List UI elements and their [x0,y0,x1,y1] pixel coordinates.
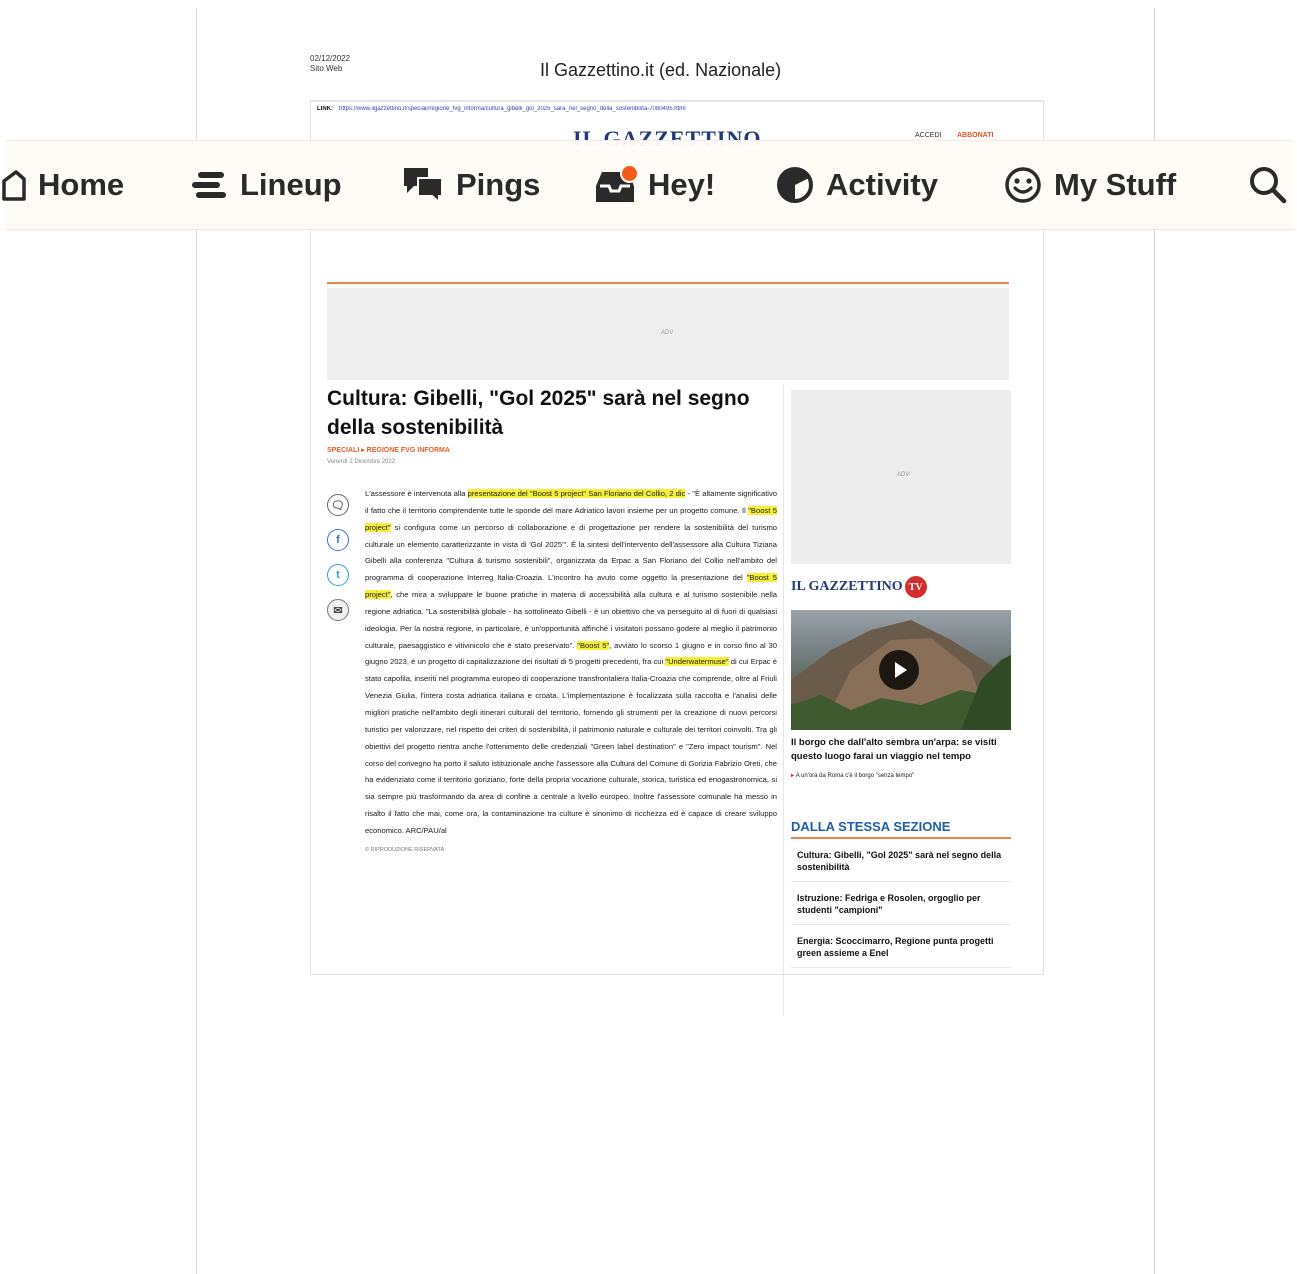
nav-my-stuff[interactable]: My Stuff [1004,165,1176,205]
sidebar-ad-placeholder: ADV [791,390,1011,564]
nav-lineup-label: Lineup [240,167,342,202]
ad-label: ADV [661,330,674,336]
comment-icon[interactable]: 🗨 [327,494,349,516]
notification-badge [620,164,639,183]
highlight: presentazione del "Boost 5 project" San … [467,489,686,498]
link-url: https://www.ilgazzettino.it/speciali/reg… [339,106,686,112]
nav-home[interactable]: Home [2,165,124,205]
nav-hey-label: Hey! [648,167,716,202]
tv-badge: TV [904,576,927,598]
video-thumbnail[interactable] [791,610,1011,730]
column-separator [783,384,784,1016]
nav-pings[interactable]: Pings [402,165,540,205]
ad-label: ADV [897,472,910,478]
nav-pings-label: Pings [456,167,541,202]
article-paragraph: L'assessore è intervenuta alla presentaz… [365,489,778,835]
document-source-type: Sito Web [310,64,343,73]
header-divider [327,282,1009,284]
video-subcaption[interactable]: ▸ A un'ora da Roma c'è il borgo "senza t… [791,772,1011,779]
share-buttons: 🗨 f t ✉ [327,494,355,634]
lineup-icon [192,172,226,198]
smiley-icon [1005,167,1041,203]
search-icon [1250,167,1287,204]
nav-hey[interactable]: Hey! [594,164,716,205]
top-ad-placeholder: ADV [327,288,1009,380]
half-circle-icon [777,167,813,203]
related-article[interactable]: Energia: Scoccimarro, Regione punta prog… [791,925,1011,968]
nav-activity-label: Activity [826,167,938,202]
facebook-icon[interactable]: f [327,529,349,551]
home-icon [2,170,26,201]
article-sidebar: ADV IL GAZZETTINO TV Il borgo che dall'a… [791,390,1011,968]
article-headline: Cultura: Gibelli, "Gol 2025" sarà nel se… [327,387,750,439]
publication-title: Il Gazzettino.it (ed. Nazionale) [540,60,782,80]
twitter-icon[interactable]: t [327,564,349,586]
link-label: LINK: [317,106,333,112]
nav-lineup[interactable]: Lineup [190,165,342,205]
play-icon[interactable] [879,650,919,690]
app-navigation-bar: Home Lineup Pings Hey! Activity My Stuff [2,140,1294,230]
gazzettino-tv-logo[interactable]: IL GAZZETTINO TV [791,576,1011,598]
search-button[interactable] [1248,165,1288,205]
tv-brand: IL GAZZETTINO [791,579,903,594]
article-date: Venerdì 2 Dicembre 2022 [327,459,396,465]
document-date: 02/12/2022 [310,54,351,63]
related-section-title: DALLA STESSA SEZIONE [791,819,1011,839]
highlight: "Boost 5" [577,640,610,650]
article-scan: LINK: https://www.ilgazzettino.it/special… [310,100,1044,1016]
article-body: L'assessore è intervenuta alla presentaz… [365,486,777,859]
nav-activity[interactable]: Activity [776,165,938,205]
inbox-icon-wrapper [594,164,639,204]
highlight: "Underwatermuse" [665,657,729,667]
video-caption[interactable]: Il borgo che dall'alto sembra un'arpa: s… [791,736,1011,764]
nav-home-label: Home [38,167,125,202]
nav-my-stuff-label: My Stuff [1054,167,1177,202]
subscribe-link[interactable]: ABBONATI [957,132,993,139]
article-link[interactable]: LINK: https://www.ilgazzettino.it/special… [317,106,837,112]
copyright-note: © RIPRODUZIONE RISERVATA [365,846,445,853]
related-article[interactable]: Cultura: Gibelli, "Gol 2025" sarà nel se… [791,839,1011,882]
login-link[interactable]: ACCEDI [915,132,941,139]
chat-bubbles-icon [404,168,443,204]
article-main-column: Cultura: Gibelli, "Gol 2025" sarà nel se… [327,384,777,853]
document-meta: 02/12/2022 Sito Web [310,54,350,74]
email-icon[interactable]: ✉ [327,599,349,621]
related-article[interactable]: Istruzione: Fedriga e Rosolen, orgoglio … [791,882,1011,925]
article-breadcrumb[interactable]: SPECIALI ▸ REGIONE FVG INFORMA [327,446,777,454]
